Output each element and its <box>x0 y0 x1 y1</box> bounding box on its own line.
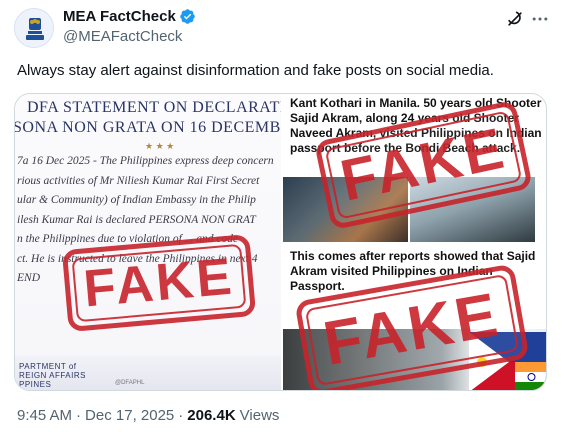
doc-footer-line: PPINES <box>19 380 52 389</box>
fake-stamp: FAKE <box>61 233 257 333</box>
meta-separator: · <box>178 407 184 424</box>
doc-heading-line: SONA NON GRATA ON 16 DECEMBER 20 <box>15 119 281 136</box>
tweet-date[interactable]: Dec 17, 2025 <box>85 407 174 424</box>
views-label: Views <box>239 407 280 424</box>
doc-footer-line: REIGN AFFAIRS <box>19 371 86 380</box>
media-image-news-2[interactable]: This comes after reports showed that Saj… <box>283 244 546 390</box>
views-count: 206.4K <box>187 407 236 424</box>
meta-separator: · <box>76 407 82 424</box>
media-grid: DFA STATEMENT ON DECLARATION OF SONA NON… <box>14 93 547 391</box>
verified-badge-icon[interactable] <box>179 8 196 25</box>
mea-emblem-icon <box>16 10 53 47</box>
doc-heading-line: DFA STATEMENT ON DECLARATION OF <box>27 99 281 116</box>
grok-icon[interactable] <box>505 9 525 29</box>
tweet: MEA FactCheck @MEAFactCheck Always stay … <box>0 0 562 435</box>
author-name[interactable]: MEA FactCheck <box>63 8 196 25</box>
more-options-icon[interactable] <box>530 9 550 29</box>
tweet-time[interactable]: 9:45 AM <box>17 407 72 424</box>
doc-footer-text: PARTMENT of REIGN AFFAIRS PPINES <box>19 362 86 389</box>
stamp-inner-border <box>71 243 247 323</box>
doc-heading: DFA STATEMENT ON DECLARATION OF SONA NON… <box>15 98 281 138</box>
doc-body-line: ilesh Kumar Rai is declared PERSONA NON … <box>17 213 256 226</box>
media-image-news-1[interactable]: Kant Kothari in Manila. 50 years old Sho… <box>283 94 546 242</box>
author-name-text[interactable]: MEA FactCheck <box>63 8 176 25</box>
news-text-line: This comes after reports showed that Saj… <box>290 249 536 263</box>
doc-body-line: 7a 16 Dec 2025 - The Philippines express… <box>17 155 274 167</box>
tweet-meta: 9:45 AM · Dec 17, 2025 · 206.4K Views <box>17 407 279 424</box>
india-flag-icon <box>515 362 546 390</box>
author-handle[interactable]: @MEAFactCheck <box>63 28 182 45</box>
doc-body-line: rious activities of Mr Niliesh Kumar Rai… <box>17 174 260 187</box>
doc-footer-handle: @DFAPHL <box>115 380 145 386</box>
media-image-dfa-statement[interactable]: DFA STATEMENT ON DECLARATION OF SONA NON… <box>15 94 281 390</box>
avatar[interactable] <box>14 8 54 48</box>
tweet-text: Always stay alert against disinformation… <box>17 62 494 79</box>
doc-stars: ★ ★ ★ <box>145 141 175 151</box>
doc-footer-line: PARTMENT of <box>19 362 77 371</box>
doc-body-line: ular & Community) of Indian Embassy in t… <box>17 194 256 206</box>
